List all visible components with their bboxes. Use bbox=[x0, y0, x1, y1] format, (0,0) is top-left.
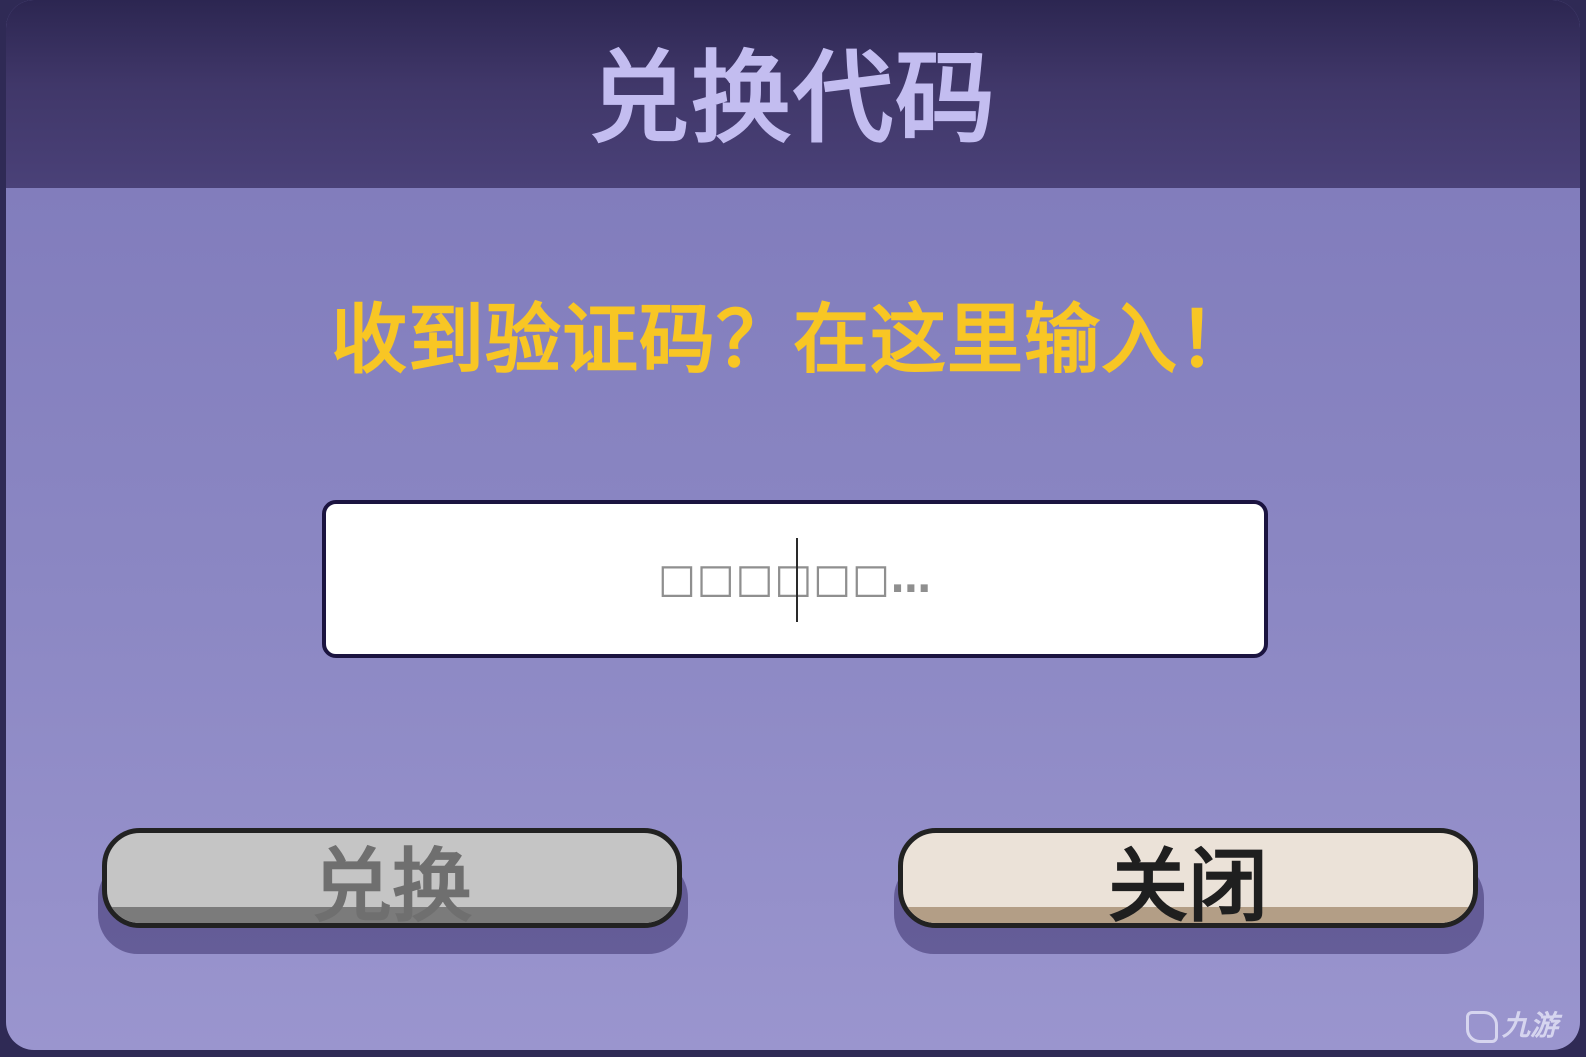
close-button[interactable]: 关闭 bbox=[898, 828, 1478, 928]
redeem-button-label: 兑换 bbox=[312, 840, 472, 928]
code-prompt-text: 收到验证码？在这里输入！ bbox=[331, 295, 1255, 384]
close-button-label: 关闭 bbox=[1108, 840, 1268, 928]
text-caret bbox=[796, 538, 798, 622]
redeem-button[interactable]: 兑换 bbox=[102, 828, 682, 928]
code-input-box[interactable] bbox=[322, 500, 1268, 658]
redeem-code-dialog: 兑换代码 收到验证码？在这里输入！ 兑换 关闭 九游 bbox=[6, 0, 1580, 1050]
jiuyou-logo-icon bbox=[1465, 1011, 1498, 1043]
dialog-title: 兑换代码 bbox=[589, 40, 997, 157]
watermark: 九游 bbox=[1465, 1004, 1558, 1044]
watermark-text: 九游 bbox=[1501, 1009, 1558, 1042]
code-input[interactable] bbox=[326, 504, 1264, 654]
dialog-header: 兑换代码 bbox=[6, 0, 1580, 188]
